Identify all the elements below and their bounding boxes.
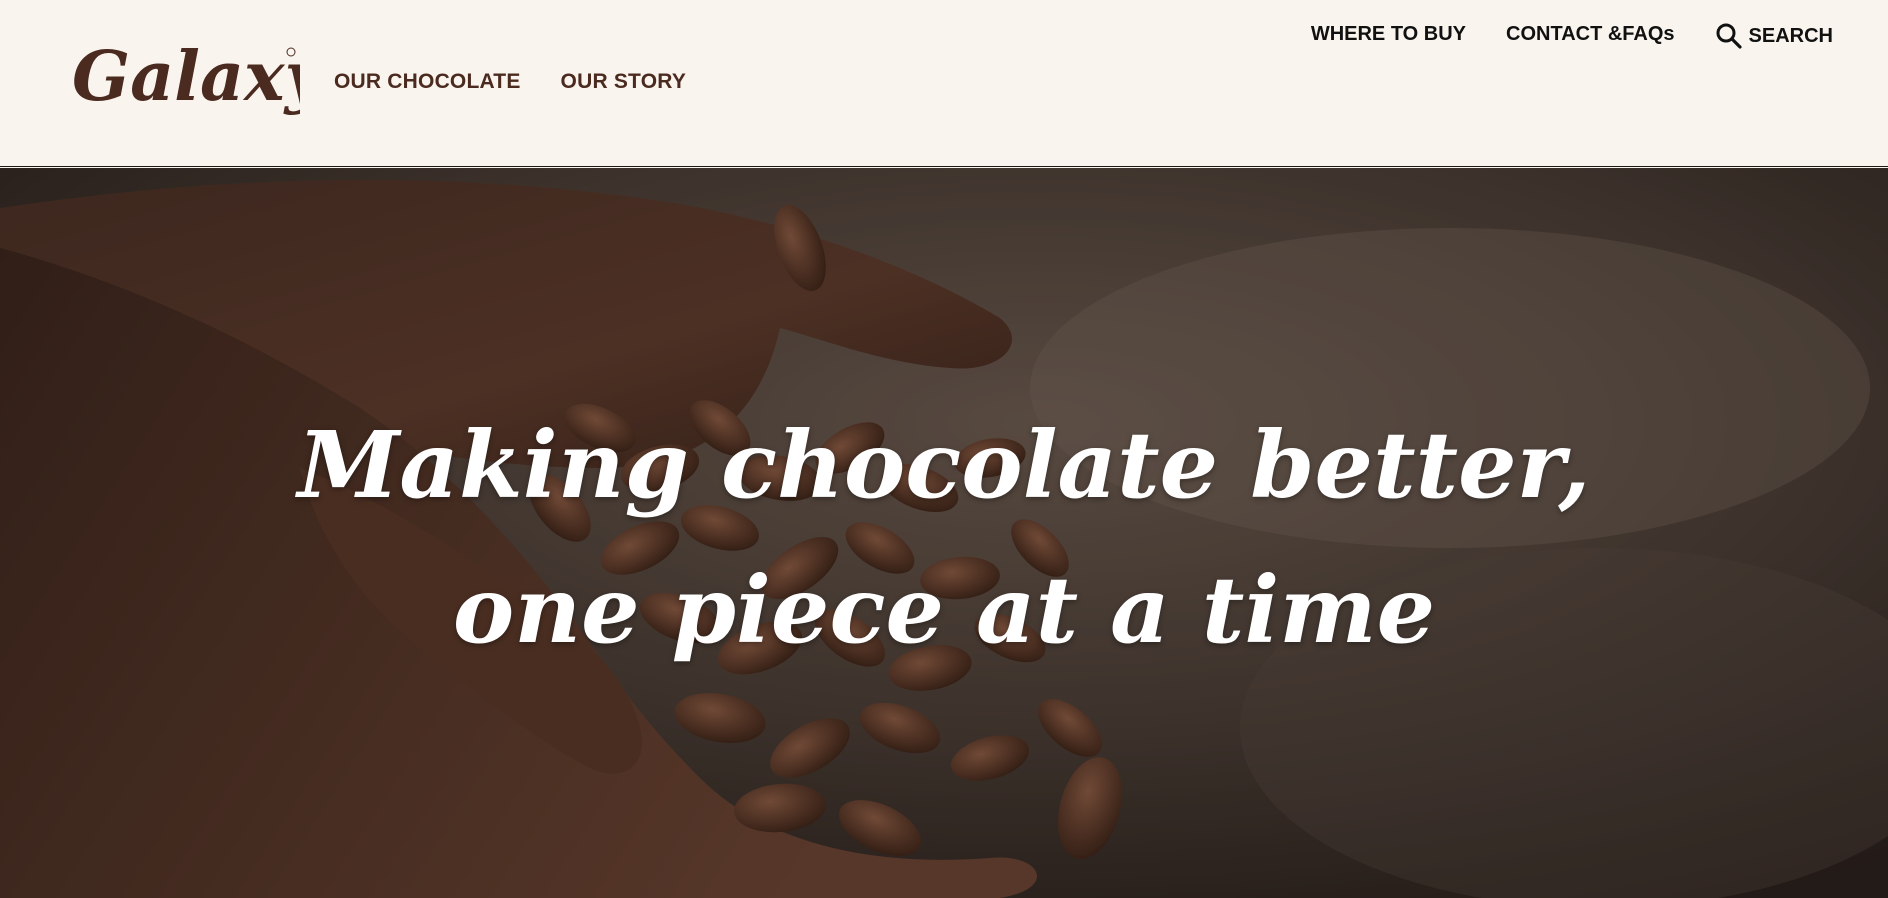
galaxy-logo[interactable]: Galaxy: [70, 30, 329, 130]
galaxy-logo-icon: Galaxy: [72, 37, 329, 117]
nav-our-story[interactable]: OUR STORY: [561, 70, 686, 94]
search-button[interactable]: SEARCH: [1715, 22, 1833, 50]
hero-headline-line1: Making chocolate better,: [297, 411, 1591, 519]
nav-contact-faqs[interactable]: CONTACT &FAQs: [1506, 23, 1675, 46]
site-header: Galaxy OUR CHOCOLATE OUR STORY WHERE TO …: [0, 0, 1888, 167]
hero-headline-line2: one piece at a time: [452, 556, 1436, 664]
search-label: SEARCH: [1748, 24, 1833, 47]
nav-where-to-buy[interactable]: WHERE TO BUY: [1311, 23, 1466, 46]
search-icon: [1716, 23, 1742, 49]
hero-headline: Making chocolate better, one piece at a …: [0, 393, 1888, 683]
svg-text:Galaxy: Galaxy: [72, 37, 300, 117]
primary-nav: OUR CHOCOLATE OUR STORY: [334, 70, 686, 94]
nav-our-chocolate[interactable]: OUR CHOCOLATE: [334, 70, 521, 94]
hero-banner: Making chocolate better, one piece at a …: [0, 168, 1888, 898]
utility-nav: WHERE TO BUY CONTACT &FAQs SEARCH: [1311, 18, 1833, 50]
